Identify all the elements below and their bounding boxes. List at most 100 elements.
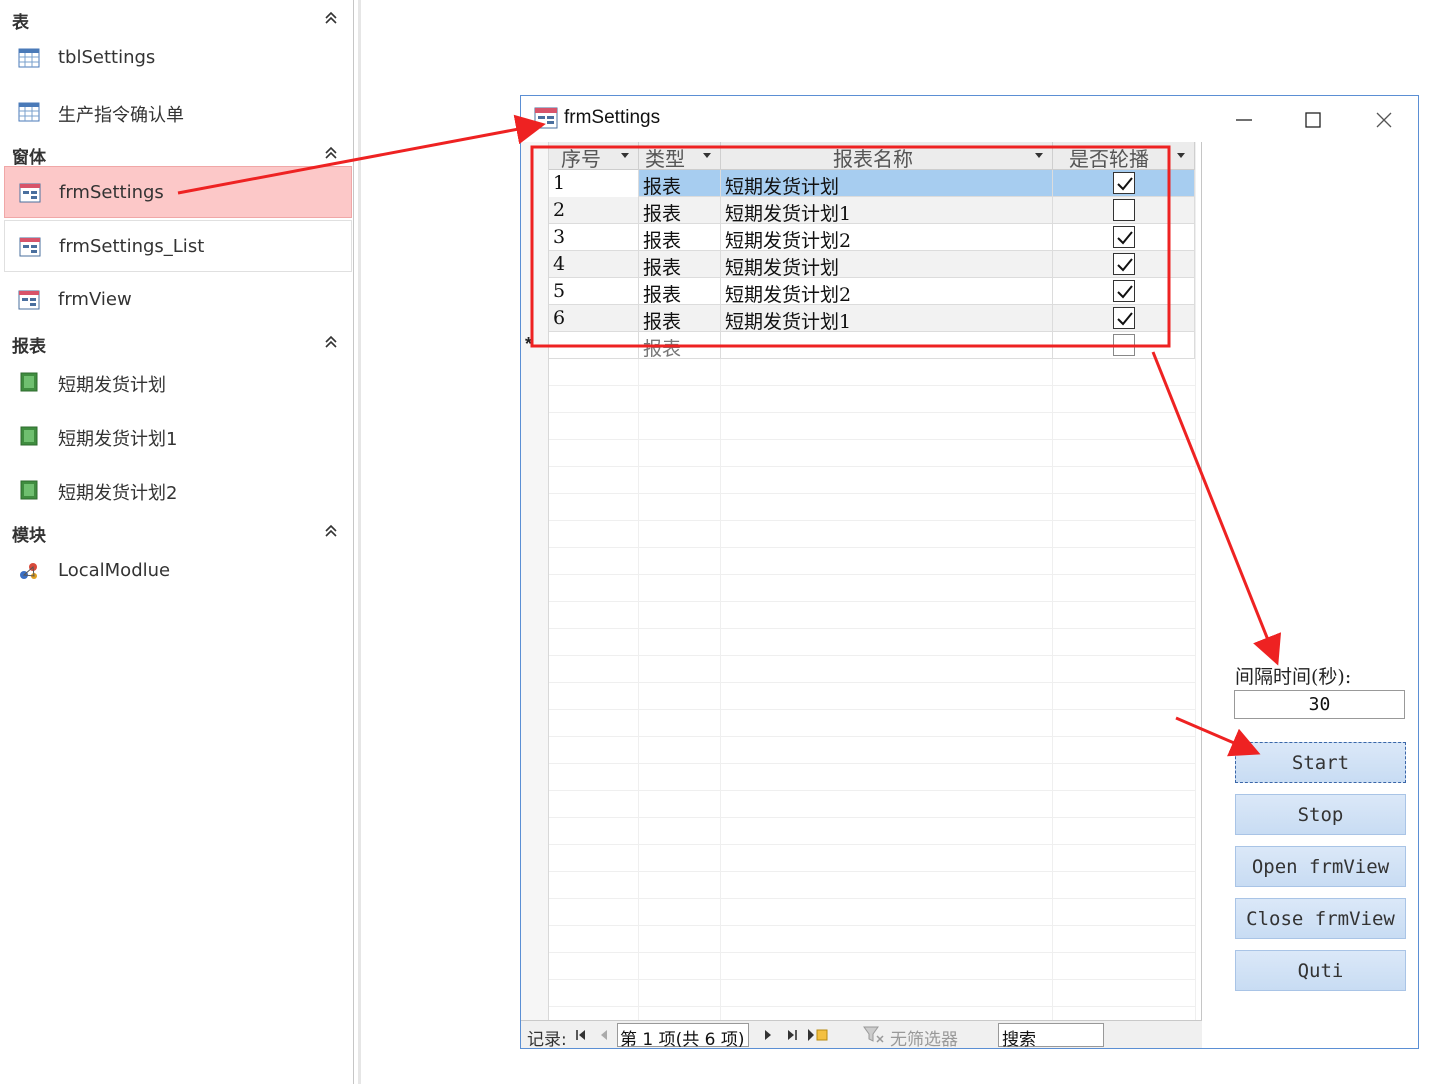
empty-grid-line [549,494,1195,521]
table-row[interactable]: 2 报表 短期发货计划1 [549,197,1195,224]
nav-item-label: 生产指令确认单 [58,105,184,126]
column-header-report-name[interactable]: 报表名称 [721,142,1053,170]
cell-id[interactable]: 5 [549,278,639,305]
empty-grid-line [549,683,1195,710]
next-record-icon[interactable] [763,1029,773,1041]
filter-status[interactable]: 无筛选器 [890,1025,958,1050]
nav-item-module-1[interactable]: LocalModlue [4,545,352,597]
stop-button[interactable]: Stop [1235,794,1406,835]
cell-name[interactable]: 短期发货计划1 [721,197,1053,224]
cell-name[interactable]: 短期发货计划 [721,170,1053,197]
carousel-checkbox[interactable] [1113,226,1135,248]
nav-item-report-3[interactable]: 短期发货计划2 [4,464,352,516]
empty-grid-line [549,413,1195,440]
table-row[interactable]: 3 报表 短期发货计划2 [549,224,1195,251]
table-row[interactable]: 5 报表 短期发货计划2 [549,278,1195,305]
cell-id[interactable]: 3 [549,224,639,251]
cell-text: 报表 [643,284,682,305]
new-record-row[interactable]: 报表 [549,332,1195,359]
cell-name[interactable]: 短期发货计划2 [721,278,1053,305]
quit-button[interactable]: Quti [1235,950,1406,991]
filter-icon[interactable] [863,1026,887,1044]
carousel-checkbox[interactable] [1113,334,1135,356]
nav-item-label: frmView [58,289,132,310]
column-header-type[interactable]: 类型 [639,142,721,170]
empty-grid-line [549,359,1195,386]
cell-text: 5 [553,280,566,302]
maximize-icon[interactable] [1301,108,1325,132]
nav-item-confirm-table[interactable]: 生产指令确认单 [4,86,352,138]
carousel-checkbox[interactable] [1113,280,1135,302]
carousel-checkbox[interactable] [1113,253,1135,275]
group-reports[interactable]: 报表 [0,328,354,358]
empty-grid-line [549,980,1195,1007]
chevron-up-double-icon[interactable] [324,523,338,539]
chevron-up-double-icon[interactable] [324,10,338,26]
group-forms[interactable]: 窗体 [0,139,354,169]
cell-text: 4 [553,253,566,275]
record-selector-column[interactable] [521,142,549,1020]
cell-carousel [1053,305,1195,332]
chevron-up-double-icon[interactable] [324,145,338,161]
nav-item-report-2[interactable]: 短期发货计划1 [4,410,352,462]
search-input[interactable]: 搜索 [998,1023,1104,1050]
cell-type[interactable]: 报表 [639,251,721,278]
cell-id[interactable]: 1 [549,170,639,197]
carousel-checkbox[interactable] [1113,172,1135,194]
minimize-icon[interactable] [1232,108,1256,132]
last-record-icon[interactable] [786,1029,798,1041]
cell-id[interactable]: 2 [549,197,639,224]
cell-carousel [1053,278,1195,305]
group-tables[interactable]: 表 [0,4,354,34]
cell-name[interactable]: 短期发货计划 [721,251,1053,278]
close-frmview-button[interactable]: Close frmView [1235,898,1406,939]
column-header-carousel[interactable]: 是否轮播 [1053,142,1195,170]
open-frmview-button[interactable]: Open frmView [1235,846,1406,887]
previous-record-icon[interactable] [599,1029,609,1041]
cell-text: 报表 [643,338,682,359]
cell-text: 报表 [643,230,682,251]
carousel-checkbox[interactable] [1113,199,1135,221]
new-record-icon[interactable] [807,1028,829,1042]
cell-type[interactable]: 报表 [639,197,721,224]
window-titlebar[interactable]: frmSettings [521,96,1418,142]
nav-item-label: frmSettings_List [59,236,205,257]
table-row[interactable]: 4 报表 短期发货计划 [549,251,1195,278]
cell-id[interactable]: 4 [549,251,639,278]
column-header-id[interactable]: 序号 [549,142,639,170]
report-icon [20,426,38,446]
cell-type[interactable]: 报表 [639,224,721,251]
nav-item-frmsettings-list[interactable]: frmSettings_List [4,220,352,272]
group-modules[interactable]: 模块 [0,517,354,547]
cell-type[interactable]: 报表 [639,170,721,197]
chevron-up-double-icon[interactable] [324,334,338,350]
cell-carousel [1053,224,1195,251]
start-button[interactable]: Start [1235,742,1406,783]
interval-input[interactable]: 30 [1234,690,1405,719]
nav-item-report-1[interactable]: 短期发货计划 [4,356,352,408]
cell-name[interactable]: 短期发货计划1 [721,305,1053,332]
cell-type[interactable]: 报表 [639,332,721,359]
nav-item-tblsettings[interactable]: tblSettings [4,32,352,84]
empty-grid-line [549,710,1195,737]
cell-empty[interactable] [721,332,1053,359]
cell-carousel [1053,170,1195,197]
table-row[interactable]: 6 报表 短期发货计划1 [549,305,1195,332]
cell-empty[interactable] [549,332,639,359]
table-row[interactable]: 1 报表 短期发货计划 [549,170,1195,197]
carousel-checkbox[interactable] [1113,307,1135,329]
first-record-icon[interactable] [575,1029,587,1041]
cell-id[interactable]: 6 [549,305,639,332]
cell-type[interactable]: 报表 [639,278,721,305]
nav-item-frmview[interactable]: frmView [4,274,352,326]
cell-name[interactable]: 短期发货计划2 [721,224,1053,251]
pane-splitter[interactable] [358,0,361,1084]
form-icon [19,237,41,257]
cell-type[interactable]: 报表 [639,305,721,332]
cell-text: 3 [553,226,566,248]
navigation-pane: 表 tblSettings 生产指令确认单 窗体 frmSettings frm… [0,0,354,1084]
nav-item-frmsettings[interactable]: frmSettings [4,166,352,218]
cell-text: 短期发货计划1 [725,311,852,332]
close-icon[interactable] [1372,108,1396,132]
record-position-field[interactable]: 第 1 项(共 6 项) [617,1023,749,1050]
